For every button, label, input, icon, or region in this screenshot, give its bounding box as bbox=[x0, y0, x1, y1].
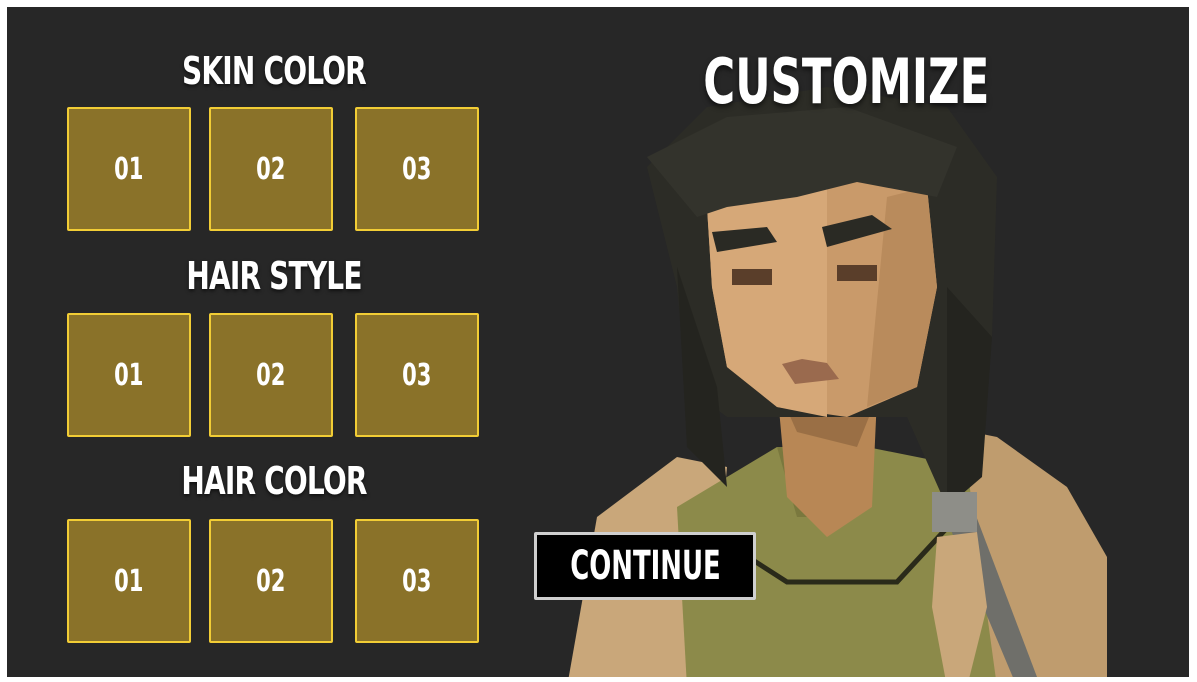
option-label: 02 bbox=[256, 563, 286, 599]
hair-style-option-3[interactable]: 03 bbox=[355, 313, 479, 437]
hair-color-title: HAIR COLOR bbox=[181, 459, 367, 503]
continue-label: CONTINUE bbox=[569, 543, 721, 589]
option-label: 02 bbox=[256, 151, 286, 187]
skin-color-option-1[interactable]: 01 bbox=[67, 107, 191, 231]
game-screen: CUSTOMIZE SKIN COLOR 01 02 03 HAIR STYLE… bbox=[7, 7, 1189, 677]
hair-style-option-1[interactable]: 01 bbox=[67, 313, 191, 437]
grenade-cap bbox=[932, 492, 977, 532]
hair-color-option-2[interactable]: 02 bbox=[209, 519, 333, 643]
option-label: 03 bbox=[402, 563, 432, 599]
character-eye-left bbox=[732, 269, 772, 285]
hair-style-option-2[interactable]: 02 bbox=[209, 313, 333, 437]
skin-color-title: SKIN COLOR bbox=[182, 49, 367, 93]
option-label: 03 bbox=[402, 357, 432, 393]
option-label: 03 bbox=[402, 151, 432, 187]
hair-color-option-3[interactable]: 03 bbox=[355, 519, 479, 643]
page-title: CUSTOMIZE bbox=[703, 45, 990, 118]
continue-button[interactable]: CONTINUE bbox=[534, 532, 756, 600]
option-label: 01 bbox=[114, 563, 144, 599]
hair-style-title: HAIR STYLE bbox=[186, 254, 362, 298]
option-label: 01 bbox=[114, 151, 144, 187]
option-label: 01 bbox=[114, 357, 144, 393]
hair-color-option-1[interactable]: 01 bbox=[67, 519, 191, 643]
skin-color-option-3[interactable]: 03 bbox=[355, 107, 479, 231]
skin-color-option-2[interactable]: 02 bbox=[209, 107, 333, 231]
option-label: 02 bbox=[256, 357, 286, 393]
character-eye-right bbox=[837, 265, 877, 281]
